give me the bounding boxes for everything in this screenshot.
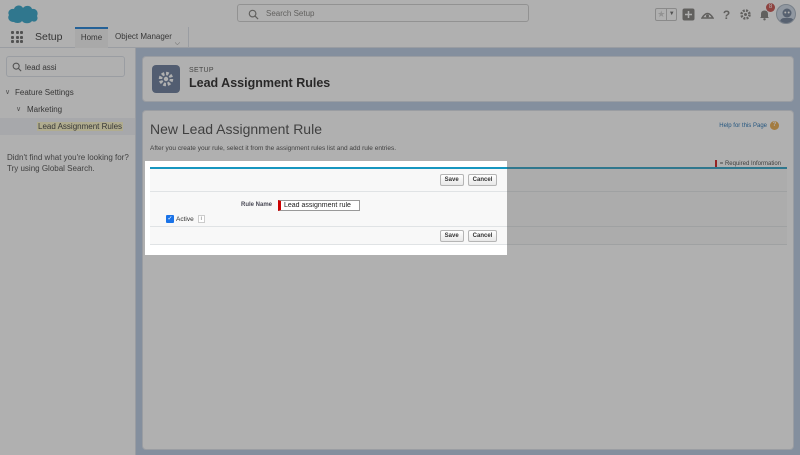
help-link-label: Help for this Page bbox=[719, 122, 767, 129]
top-button-row: Save Cancel bbox=[150, 172, 787, 192]
not-found-line-1: Didn't find what you're looking for? bbox=[7, 153, 129, 162]
sidebar-item-feature-settings[interactable]: ∨ Feature Settings bbox=[0, 84, 135, 101]
sidebar-item-lead-assignment-rules[interactable]: Lead Assignment Rules bbox=[0, 118, 135, 135]
search-icon bbox=[248, 9, 259, 20]
tab-object-manager-label: Object Manager bbox=[115, 32, 172, 41]
required-info-legend: = Required Information bbox=[714, 160, 781, 167]
global-search-box[interactable]: Search Setup bbox=[237, 4, 529, 22]
save-button[interactable]: Save bbox=[439, 174, 464, 186]
sidebar-item-label: Feature Settings bbox=[15, 88, 74, 97]
help-icon[interactable]: ? bbox=[719, 7, 734, 22]
setup-sidebar: lead assi ∨ Feature Settings ∨ Marketing… bbox=[0, 48, 136, 455]
header-utility-icons: ★ ▼ ? 8 bbox=[655, 2, 796, 26]
search-icon bbox=[12, 62, 22, 72]
favorites-button[interactable]: ★ ▼ bbox=[655, 7, 677, 21]
salesforce-logo[interactable] bbox=[6, 3, 40, 25]
sidebar-item-marketing[interactable]: ∨ Marketing bbox=[0, 101, 135, 118]
tab-object-manager[interactable]: Object Manager ⌵ bbox=[109, 27, 189, 48]
not-found-hint: Didn't find what you're looking for? Try… bbox=[7, 152, 132, 174]
form-description: After you create your rule, select it fr… bbox=[150, 145, 397, 152]
search-placeholder: Search Setup bbox=[266, 9, 315, 18]
trailhead-icon[interactable] bbox=[700, 7, 715, 22]
setup-gear-icon bbox=[152, 65, 180, 93]
chevron-down-icon: ∨ bbox=[5, 89, 11, 96]
active-label: Active bbox=[176, 215, 194, 223]
help-icon: ? bbox=[770, 121, 779, 130]
app-launcher-icon[interactable] bbox=[11, 31, 23, 43]
chevron-down-icon[interactable]: ▼ bbox=[666, 8, 676, 20]
sidebar-item-label: Marketing bbox=[27, 105, 63, 114]
save-button[interactable]: Save bbox=[439, 230, 464, 242]
chevron-down-icon: ∨ bbox=[16, 106, 22, 113]
quick-find-input[interactable]: lead assi bbox=[6, 56, 125, 77]
content-panel: New Lead Assignment Rule Help for this P… bbox=[142, 110, 794, 450]
gear-icon[interactable] bbox=[738, 7, 753, 22]
svg-text:?: ? bbox=[723, 8, 730, 21]
required-marker-icon bbox=[714, 160, 717, 167]
rule-edit-form: Save Cancel Rule Name ✓ Active i Save Ca… bbox=[150, 169, 787, 245]
required-info-label: = Required Information bbox=[719, 160, 781, 167]
rule-name-input[interactable] bbox=[278, 200, 360, 211]
quick-find-value: lead assi bbox=[25, 63, 57, 72]
cancel-button[interactable]: Cancel bbox=[467, 174, 498, 186]
rule-name-label: Rule Name bbox=[241, 202, 273, 208]
page-title: Lead Assignment Rules bbox=[189, 76, 331, 90]
active-field: ✓ Active i bbox=[166, 215, 205, 223]
app-name: Setup bbox=[35, 31, 63, 43]
active-checkbox[interactable]: ✓ bbox=[166, 215, 174, 223]
tab-home[interactable]: Home bbox=[75, 27, 108, 48]
app-navigation-bar: Setup Home Object Manager ⌵ bbox=[0, 27, 800, 48]
page-header: SETUP Lead Assignment Rules bbox=[142, 56, 794, 102]
notifications-button[interactable]: 8 bbox=[757, 2, 775, 22]
not-found-line-2: Try using Global Search. bbox=[7, 164, 95, 173]
bottom-button-row: Save Cancel bbox=[150, 226, 787, 245]
main-content-area: SETUP Lead Assignment Rules New Lead Ass… bbox=[136, 48, 800, 455]
notification-badge: 8 bbox=[766, 2, 775, 12]
form-title: New Lead Assignment Rule bbox=[150, 121, 322, 137]
global-actions-icon[interactable] bbox=[681, 7, 696, 22]
sidebar-item-label: Lead Assignment Rules bbox=[37, 122, 124, 131]
page-eyebrow: SETUP bbox=[189, 67, 214, 74]
cancel-button[interactable]: Cancel bbox=[467, 230, 498, 242]
help-link[interactable]: Help for this Page ? bbox=[719, 121, 779, 130]
avatar[interactable] bbox=[776, 4, 796, 24]
global-header: Search Setup ★ ▼ ? 8 bbox=[0, 0, 800, 27]
star-icon: ★ bbox=[657, 8, 666, 19]
info-icon[interactable]: i bbox=[197, 215, 205, 223]
